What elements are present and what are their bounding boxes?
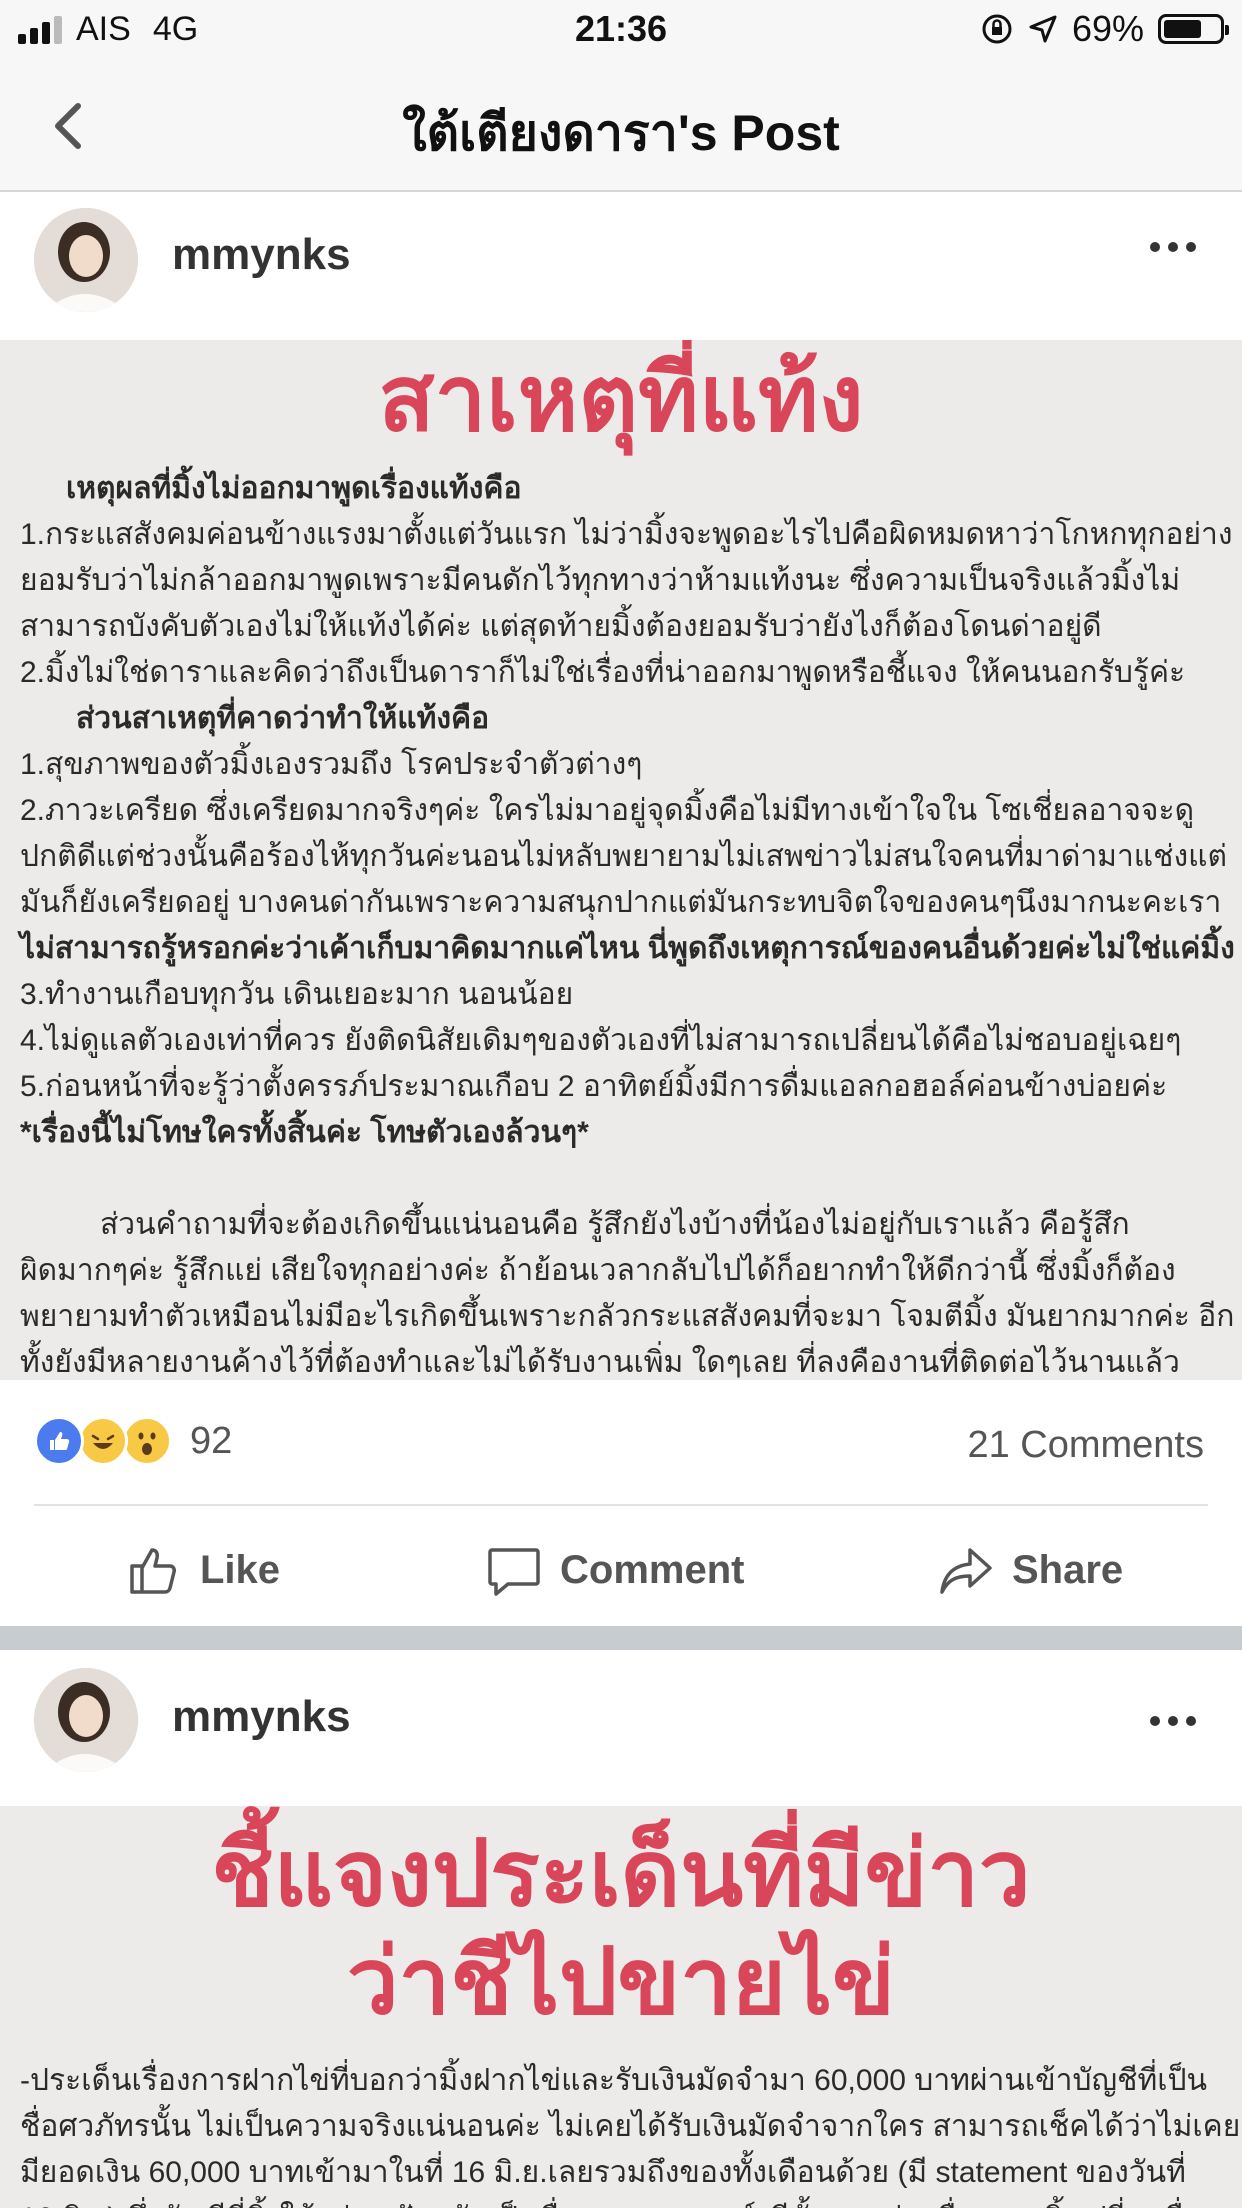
- text-line: มียอดเงิน 60,000 บาทเข้ามาในที่ 16 มิ.ย.…: [20, 2156, 1186, 2189]
- haha-reaction-icon: [78, 1416, 128, 1466]
- text-line: 2.ภาวะเครียด ซึ่งเครียดมากจริงๆค่ะ ใครไม…: [20, 794, 1195, 827]
- location-arrow-icon: [1029, 15, 1057, 43]
- share-label: Share: [1012, 1547, 1124, 1592]
- navigation-bar: ใต้เตียงดารา's Post: [0, 60, 1242, 192]
- text-line: ผิดมากๆค่ะ รู้สึกแย่ เสียใจทุกอย่างค่ะ ถ…: [20, 1254, 1176, 1287]
- share-arrow-icon: [940, 1548, 992, 1594]
- text-line: ปกติดีแต่ช่วงนั้นคือร้องไห้ทุกวันค่ะนอนไ…: [20, 840, 1227, 873]
- comment-label: Comment: [560, 1547, 745, 1592]
- avatar[interactable]: [34, 1668, 138, 1772]
- text-line: 3.ทำงานเกือบทุกวัน เดินเยอะมาก นอนน้อย: [20, 978, 574, 1011]
- text-line: 1.กระแสสังคมค่อนข้างแรงมาตั้งแต่วันแรก ไ…: [20, 518, 1233, 551]
- text-line: *เรื่องนี้ไม่โทษใครทั้งสิ้นค่ะ โทษตัวเอง…: [20, 1116, 589, 1149]
- like-label: Like: [200, 1547, 281, 1592]
- post-author[interactable]: mmynks: [172, 230, 351, 280]
- text-line: -ประเด็นเรื่องการฝากไข่ที่บอกว่ามิ้งฝากไ…: [20, 2064, 1208, 2097]
- post-image[interactable]: สาเหตุที่แท้ง เหตุผลที่มิ้งไม่ออกมาพูดเร…: [0, 340, 1242, 1380]
- post-image[interactable]: ชี้แจงประเด็นที่มีข่าว ว่าชีไปขายไข่ -ปร…: [0, 1806, 1242, 2208]
- text-line: พยายามทำตัวเหมือนไม่มีอะไรเกิดขึ้นเพราะก…: [20, 1300, 1235, 1333]
- comment-button[interactable]: Comment: [486, 1542, 744, 1598]
- comment-bubble-icon: [488, 1548, 540, 1596]
- like-button[interactable]: Like: [126, 1542, 280, 1598]
- text-line: 4.ไม่ดูแลตัวเองเท่าที่ควร ยังติดนิสัยเดิ…: [20, 1024, 1182, 1057]
- share-button[interactable]: Share: [938, 1542, 1123, 1598]
- text-line: เหตุผลที่มิ้งไม่ออกมาพูดเรื่องแท้งคือ: [66, 472, 522, 505]
- image-title: สาเหตุที่แท้ง: [378, 348, 864, 450]
- battery-percent: 69%: [1071, 8, 1144, 49]
- avatar[interactable]: [34, 208, 138, 312]
- text-line: 5.ก่อนหน้าที่จะรู้ว่าตั้งครรภ์ประมาณเกือ…: [20, 1070, 1168, 1103]
- text-line: ส่วนสาเหตุที่คาดว่าทำให้แท้งคือ: [76, 702, 490, 735]
- status-right: 69%: [980, 8, 1229, 50]
- more-options-icon[interactable]: [1150, 1716, 1196, 1726]
- post-author[interactable]: mmynks: [172, 1692, 351, 1742]
- thumbs-up-icon: [130, 1548, 176, 1594]
- text-line: ยอมรับว่าไม่กล้าออกมาพูดเพราะมีคนดักไว้ท…: [20, 564, 1181, 597]
- text-line: 1.สุขภาพของตัวมิ้งเองรวมถึง โรคประจำตัวต…: [20, 748, 643, 781]
- image-text: -ประเด็นเรื่องการฝากไข่ที่บอกว่ามิ้งฝากไ…: [0, 2058, 1242, 2208]
- status-bar: AIS 4G 21:36 69%: [0, 0, 1242, 60]
- battery-icon: [1158, 14, 1229, 44]
- text-line: ชื่อศวภัทรนั้น ไม่เป็นความจริงแน่นอนค่ะ …: [20, 2110, 1241, 2143]
- more-options-icon[interactable]: [1150, 242, 1196, 252]
- text-line: 16 มิ.ย) ซึ่งบัญชีที่มิ้งใช้อยู่ ณ ปัจจุ…: [20, 2196, 1222, 2208]
- text-line: ไม่สามารถรู้หรอกค่ะว่าเค้าเก็บมาคิดมากแค…: [20, 932, 1235, 965]
- post-header: mmynks: [0, 192, 1242, 338]
- comments-count[interactable]: 21 Comments: [967, 1424, 1204, 1467]
- page-title: ใต้เตียงดารา's Post: [402, 105, 840, 161]
- reaction-count: 92: [190, 1419, 233, 1462]
- image-text: เหตุผลที่มิ้งไม่ออกมาพูดเรื่องแท้งคือ 1.…: [0, 466, 1242, 1380]
- text-line: สามารถบังคับตัวเองไม่ให้แท้งได้ค่ะ แต่สุ…: [20, 610, 1102, 643]
- image-title: ชี้แจงประเด็นที่มีข่าว: [211, 1823, 1031, 1925]
- reaction-summary[interactable]: 92: [34, 1416, 232, 1466]
- like-reaction-icon: [34, 1416, 84, 1466]
- wow-reaction-icon: [122, 1416, 172, 1466]
- orientation-lock-icon: [982, 14, 1012, 44]
- text-line: 2.มิ้งไม่ใช่ดาราและคิดว่าถึงเป็นดาราก็ไม…: [20, 656, 1186, 689]
- feed-separator: [0, 1626, 1242, 1650]
- post-action-bar: Like Comment Share: [0, 1506, 1242, 1632]
- image-subtitle: ว่าชีไปขายไข่: [346, 1931, 896, 2033]
- text-line: ส่วนคำถามที่จะต้องเกิดขึ้นแน่นอนคือ รู้ส…: [100, 1208, 1130, 1241]
- post-header: mmynks: [0, 1650, 1242, 1804]
- text-line: มันก็ยังเครียดอยู่ บางคนด่ากันเพราะความส…: [20, 886, 1222, 919]
- text-line: ทั้งยังมีหลายงานค้างไว้ที่ต้องทำและไม่ได…: [20, 1346, 1180, 1379]
